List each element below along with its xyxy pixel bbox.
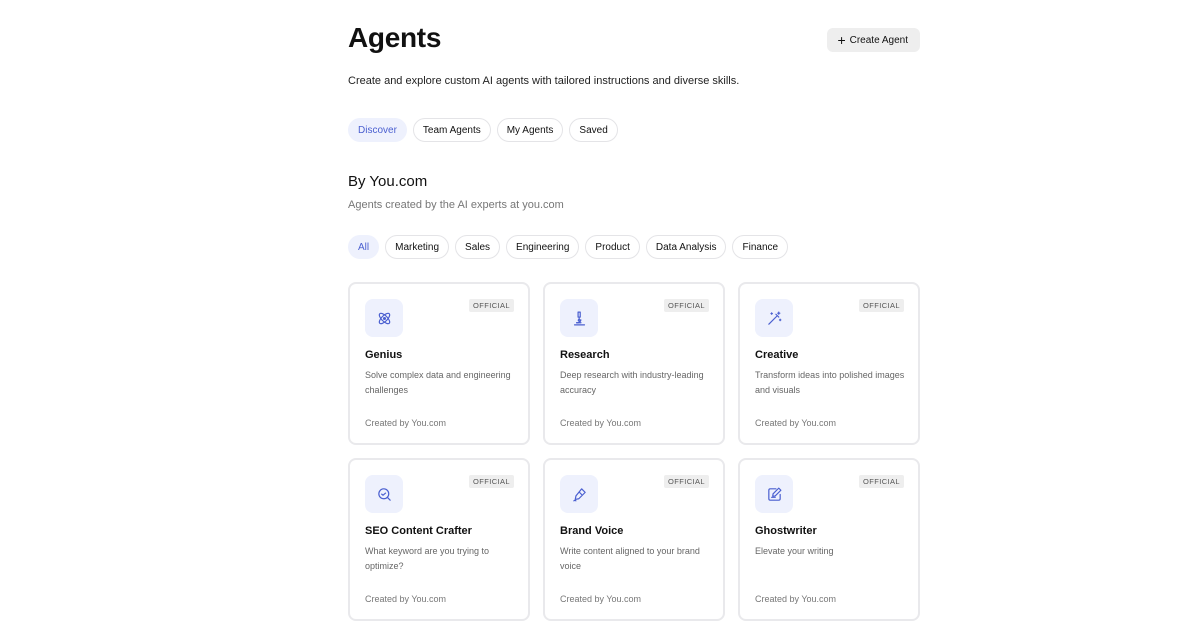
agent-title: Brand Voice <box>560 525 624 537</box>
agent-card-research[interactable]: OFFICIAL Research Deep research with ind… <box>543 282 725 445</box>
filter-all[interactable]: All <box>348 235 380 259</box>
filter-sales[interactable]: Sales <box>455 235 501 259</box>
filter-data-analysis[interactable]: Data Analysis <box>645 235 727 259</box>
agent-icon-box <box>755 475 793 513</box>
atom-icon <box>378 312 390 324</box>
agent-icon-box <box>365 299 403 337</box>
agent-description: Transform ideas into polished images and… <box>755 370 905 395</box>
agent-description: Write content aligned to your brand voic… <box>560 546 700 571</box>
official-badge: OFFICIAL <box>469 299 514 312</box>
official-badge: OFFICIAL <box>469 475 514 488</box>
agent-card-creative[interactable]: OFFICIAL Creative Transform ideas into p… <box>738 282 920 445</box>
create-agent-label: Create Agent <box>849 34 908 46</box>
agent-title: SEO Content Crafter <box>365 525 472 537</box>
agent-card-ghostwriter[interactable]: OFFICIAL Ghostwriter Elevate your writin… <box>738 458 920 621</box>
page-subtitle: Create and explore custom AI agents with… <box>348 75 740 87</box>
tab-saved[interactable]: Saved <box>569 118 618 142</box>
official-badge: OFFICIAL <box>859 475 904 488</box>
category-filters: All Marketing Sales Engineering Product … <box>348 235 789 259</box>
agent-author: Created by You.com <box>365 418 447 428</box>
agent-description: Deep research with industry-leading accu… <box>560 370 704 395</box>
agent-title: Ghostwriter <box>755 525 817 537</box>
tab-my-agents[interactable]: My Agents <box>496 118 564 142</box>
pen-icon <box>572 487 586 501</box>
tab-team-agents[interactable]: Team Agents <box>412 118 491 142</box>
plus-icon: + <box>837 32 846 48</box>
agent-title: Research <box>560 349 610 361</box>
agent-author: Created by You.com <box>365 594 447 604</box>
agent-author: Created by You.com <box>560 594 642 604</box>
agent-card-brand-voice[interactable]: OFFICIAL Brand Voice Write content align… <box>543 458 725 621</box>
agent-description: What keyword are you trying to optimize? <box>365 546 490 571</box>
filter-finance[interactable]: Finance <box>732 235 789 259</box>
filter-product[interactable]: Product <box>585 235 640 259</box>
agent-title: Creative <box>755 349 799 361</box>
agent-author: Created by You.com <box>560 418 642 428</box>
agent-title: Genius <box>365 349 403 361</box>
tab-discover[interactable]: Discover <box>348 118 407 142</box>
section-subtitle: Agents created by the AI experts at you.… <box>348 199 564 211</box>
agent-card-seo-content-crafter[interactable]: OFFICIAL SEO Content Crafter What keywor… <box>348 458 530 621</box>
agent-description: Solve complex data and engineering chall… <box>365 370 511 395</box>
official-badge: OFFICIAL <box>664 475 709 488</box>
magic-wand-icon <box>767 311 781 325</box>
agent-description: Elevate your writing <box>755 546 834 556</box>
agent-card-genius[interactable]: OFFICIAL Genius Solve complex data and e… <box>348 282 530 445</box>
agents-page: Agents + Create Agent Create and explore… <box>0 0 1200 628</box>
agent-grid: OFFICIAL Genius Solve complex data and e… <box>348 282 920 621</box>
filter-engineering[interactable]: Engineering <box>506 235 580 259</box>
main-tabs: Discover Team Agents My Agents Saved <box>348 118 618 142</box>
page-header: Agents + Create Agent <box>348 22 920 62</box>
agent-icon-box <box>560 299 598 337</box>
official-badge: OFFICIAL <box>859 299 904 312</box>
agent-author: Created by You.com <box>755 418 837 428</box>
agent-author: Created by You.com <box>755 594 837 604</box>
edit-note-icon <box>767 487 781 501</box>
section-title: By You.com <box>348 173 428 190</box>
agent-icon-box <box>755 299 793 337</box>
page-title: Agents <box>348 22 442 53</box>
filter-marketing[interactable]: Marketing <box>385 235 450 259</box>
search-icon <box>377 487 391 501</box>
agent-icon-box <box>365 475 403 513</box>
official-badge: OFFICIAL <box>664 299 709 312</box>
agent-icon-box <box>560 475 598 513</box>
microscope-icon <box>573 311 585 325</box>
create-agent-button[interactable]: + Create Agent <box>827 28 920 52</box>
